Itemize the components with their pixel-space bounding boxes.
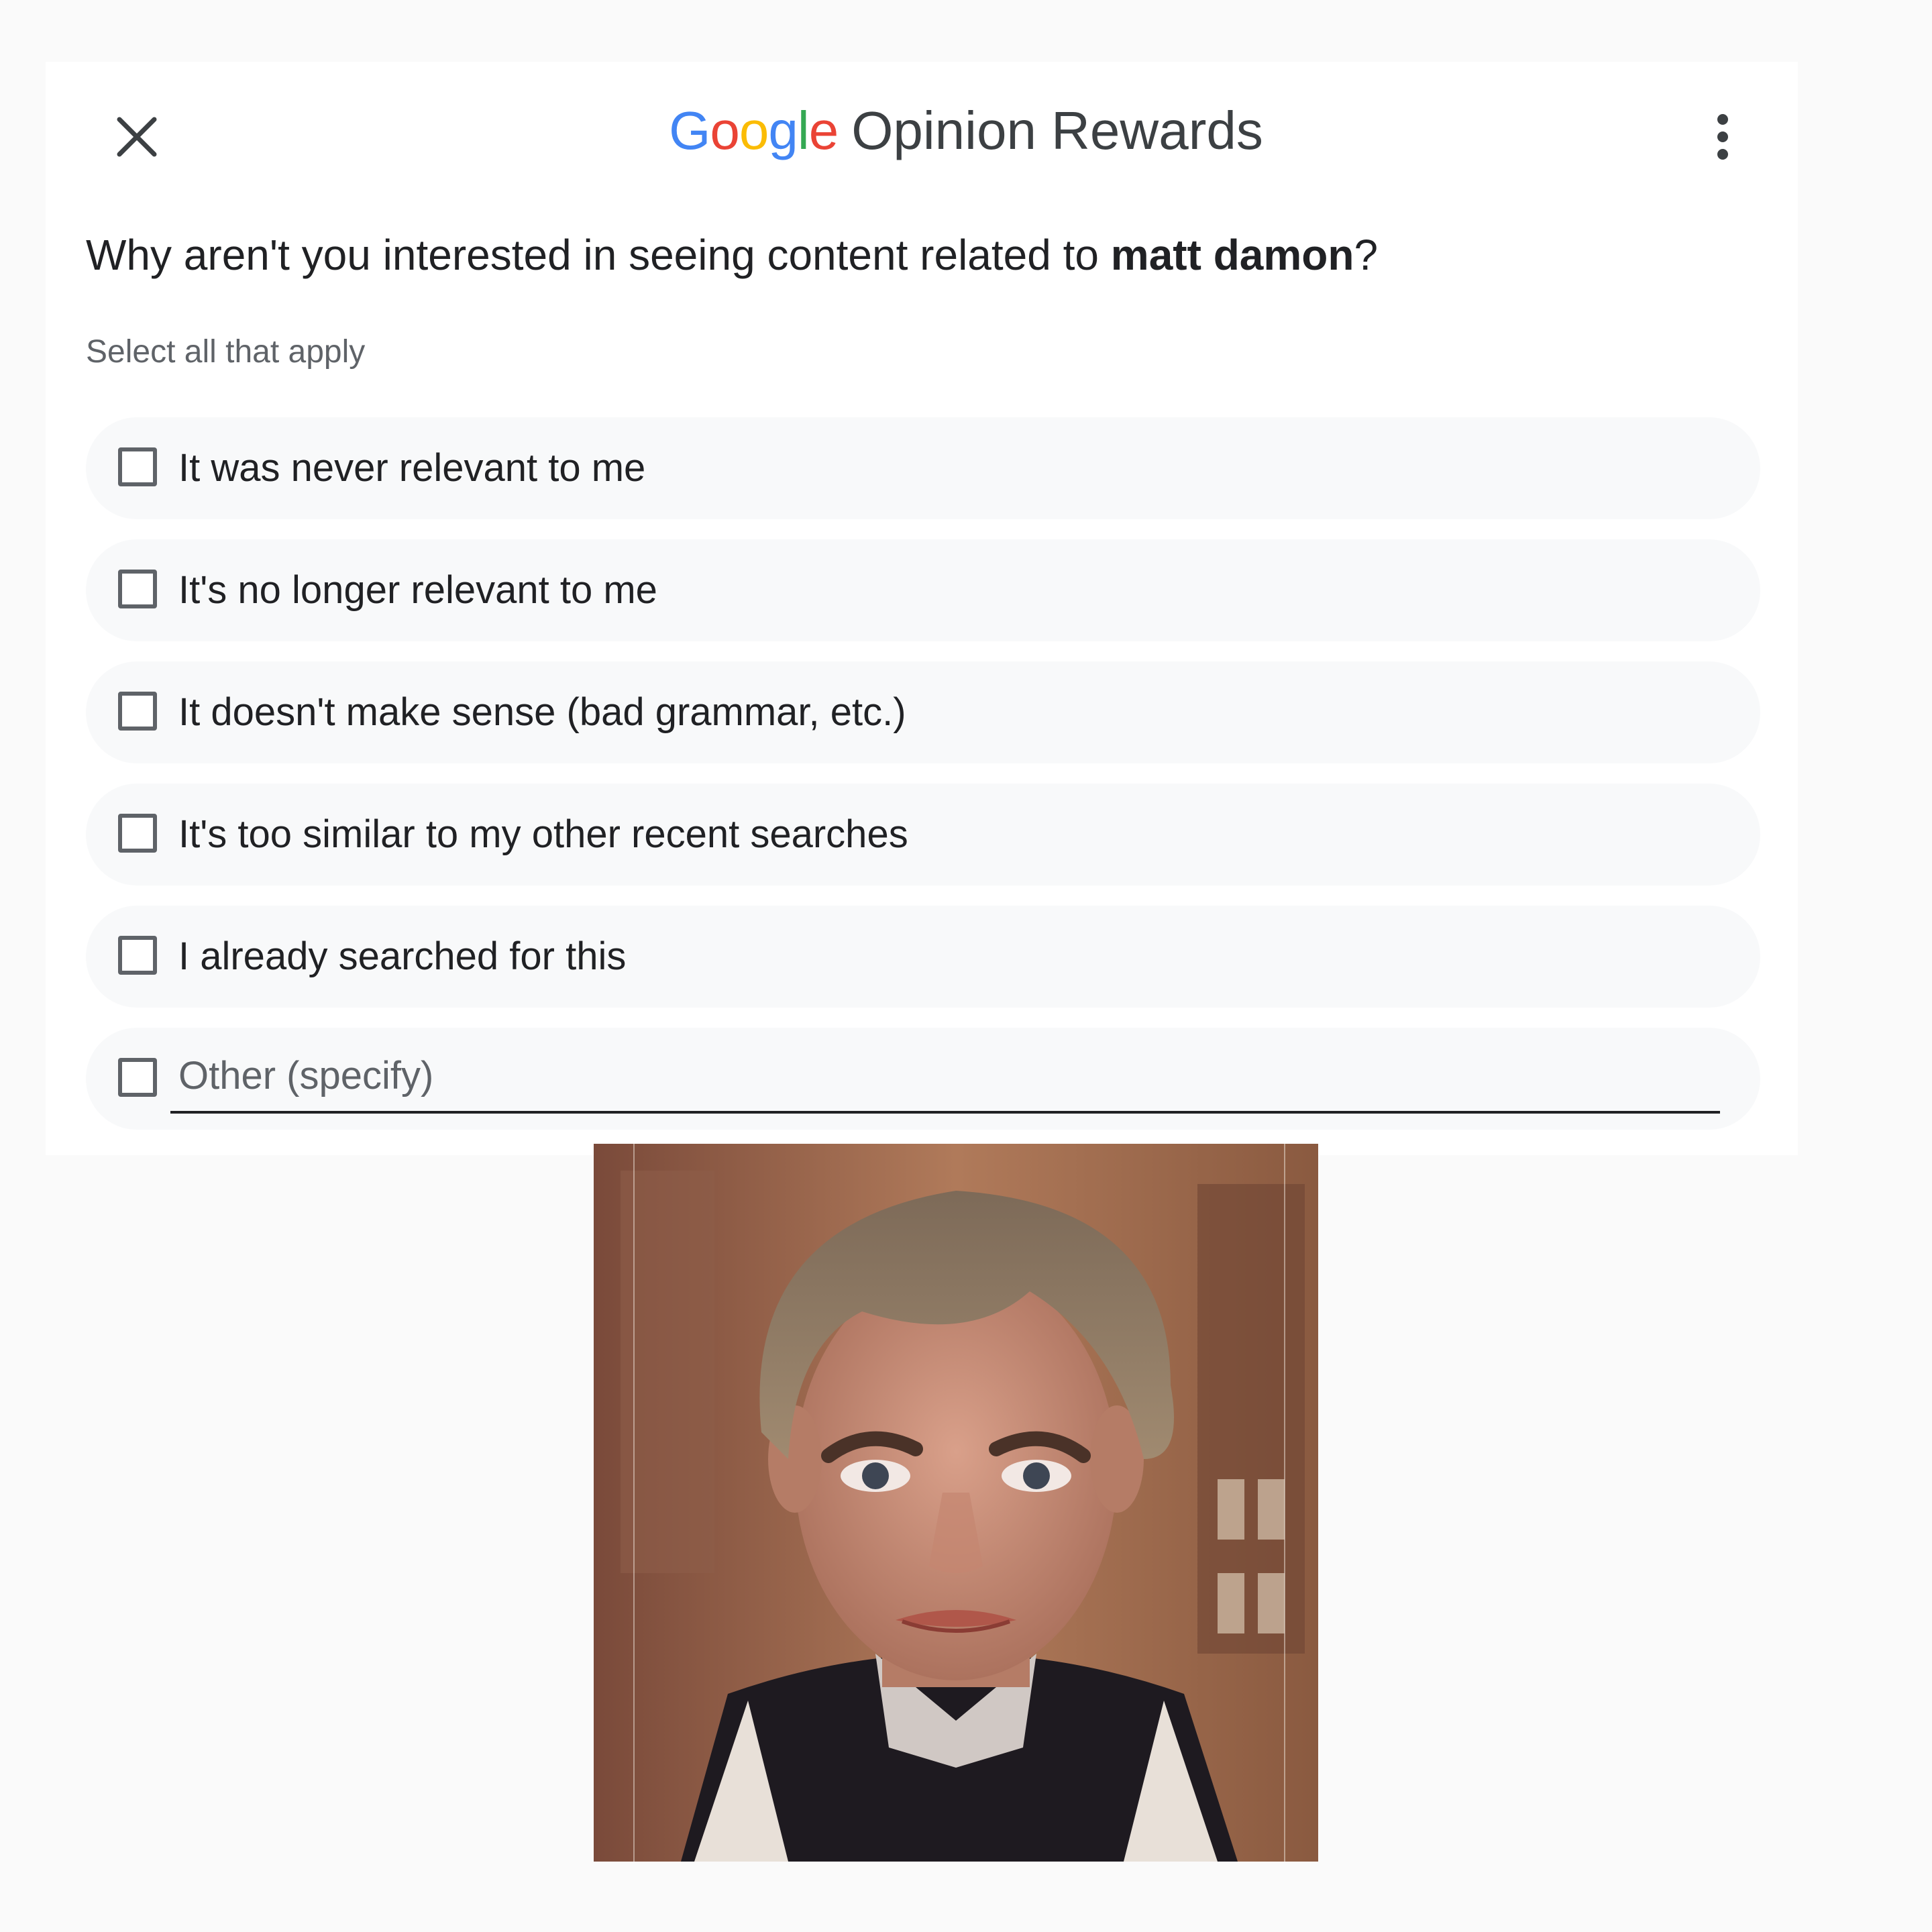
option-too-similar[interactable]: It's too similar to my other recent sear…	[86, 784, 1760, 885]
option-other[interactable]	[86, 1028, 1760, 1130]
option-never-relevant[interactable]: It was never relevant to me	[86, 417, 1760, 519]
select-hint: Select all that apply	[86, 334, 366, 370]
option-label: It doesn't make sense (bad grammar, etc.…	[178, 690, 906, 734]
question-suffix: ?	[1354, 231, 1379, 279]
option-already-searched[interactable]: I already searched for this	[86, 906, 1760, 1008]
option-label: I already searched for this	[178, 934, 627, 978]
checkbox[interactable]	[118, 936, 157, 975]
question-text: Why aren't you interested in seeing cont…	[86, 221, 1803, 288]
app-title: Google Opinion Rewards	[0, 94, 1932, 168]
checkbox[interactable]	[118, 1058, 157, 1097]
checkbox[interactable]	[118, 570, 157, 608]
question-prefix: Why aren't you interested in seeing cont…	[86, 231, 1111, 279]
option-label: It was never relevant to me	[178, 446, 646, 490]
option-doesnt-make-sense[interactable]: It doesn't make sense (bad grammar, etc.…	[86, 661, 1760, 763]
option-label: It's too similar to my other recent sear…	[178, 812, 908, 856]
google-logo: Google	[669, 101, 839, 160]
puppet-portrait-image	[594, 1144, 1318, 1862]
more-vert-icon	[1717, 114, 1728, 160]
checkbox[interactable]	[118, 814, 157, 853]
checkbox[interactable]	[118, 447, 157, 486]
checkbox[interactable]	[118, 692, 157, 731]
option-no-longer-relevant[interactable]: It's no longer relevant to me	[86, 539, 1760, 641]
puppet-illustration	[594, 1144, 1318, 1862]
question-topic: matt damon	[1110, 231, 1354, 279]
option-label: It's no longer relevant to me	[178, 568, 657, 612]
app-name: Opinion Rewards	[851, 101, 1263, 160]
more-options-button[interactable]	[1677, 91, 1768, 182]
other-specify-input[interactable]	[170, 1040, 1720, 1114]
